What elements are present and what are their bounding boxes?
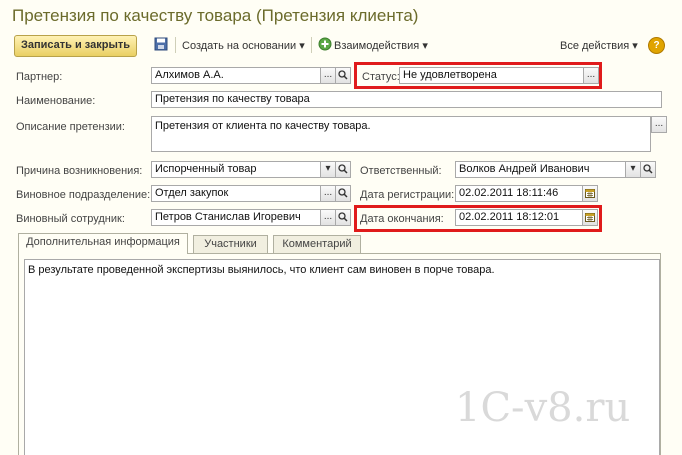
department-field[interactable]: Отдел закупок [151,185,321,202]
employee-label: Виновный сотрудник: [16,213,125,225]
magnifier-icon [338,212,348,222]
tab-participants[interactable]: Участники [193,235,268,253]
employee-open-button[interactable] [335,209,351,226]
help-button[interactable]: ? [648,37,665,54]
responsible-label: Ответственный: [360,165,442,177]
department-label: Виновное подразделение: [16,189,151,201]
ellipsis-icon: ... [654,118,664,129]
floppy-disk-icon[interactable] [154,37,168,51]
magnifier-icon [643,164,653,174]
name-label: Наименование: [16,95,96,107]
calendar-icon [585,189,595,198]
plus-circle-icon[interactable] [318,37,332,51]
employee-field[interactable]: Петров Станислав Игоревич [151,209,321,226]
description-edit-button[interactable]: ... [651,116,667,133]
cause-label: Причина возникновения: [16,165,143,177]
partner-label: Партнер: [16,71,63,83]
watermark: 1C-v8.ru [455,385,631,431]
responsible-field[interactable]: Волков Андрей Иванович [455,161,626,178]
tab-additional-info[interactable]: Дополнительная информация [18,233,188,254]
status-select-button[interactable]: ... [583,67,599,84]
ellipsis-icon: ... [323,211,333,222]
partner-select-button[interactable]: ... [320,67,336,84]
toolbar-separator [175,37,176,53]
ellipsis-icon: ... [323,187,333,198]
interactions-menu[interactable]: Взаимодействия ▾ [334,39,428,52]
dropdown-arrow-icon: ▾ [632,40,638,52]
calendar-icon [585,213,595,222]
all-actions-menu[interactable]: Все действия ▾ [560,39,638,52]
save-and-close-button[interactable]: Записать и закрыть [14,35,138,57]
registration-date-label: Дата регистрации: [360,189,455,201]
department-select-button[interactable]: ... [320,185,336,202]
magnifier-icon [338,70,348,80]
dropdown-arrow-icon: ▾ [422,40,428,52]
end-date-picker[interactable] [582,209,598,226]
chevron-down-icon: ▾ [630,163,636,174]
description-field[interactable]: Претензия от клиента по качеству товара. [151,116,651,152]
chevron-down-icon: ▾ [325,163,331,174]
cause-dropdown-button[interactable]: ▾ [320,161,336,178]
window-titlebar: Претензия по качеству товара (Претензия … [0,0,682,30]
registration-date-field[interactable]: 02.02.2011 18:11:46 [455,185,583,202]
status-field[interactable]: Не удовлетворена [399,67,585,84]
name-field[interactable]: Претензия по качеству товара [151,91,662,108]
toolbar-separator [311,37,312,53]
magnifier-icon [338,164,348,174]
magnifier-icon [338,188,348,198]
description-label: Описание претензии: [16,121,125,133]
responsible-dropdown-button[interactable]: ▾ [625,161,641,178]
employee-select-button[interactable]: ... [320,209,336,226]
window-title: Претензия по качеству товара (Претензия … [12,6,419,25]
ellipsis-icon: ... [323,69,333,80]
partner-field[interactable]: Алхимов А.А. [151,67,321,84]
partner-open-button[interactable] [335,67,351,84]
toolbar: Записать и закрыть Создать на основании … [0,33,682,57]
create-based-on-menu[interactable]: Создать на основании ▾ [182,39,305,52]
dropdown-arrow-icon: ▾ [299,40,305,52]
end-date-field[interactable]: 02.02.2011 18:12:01 [455,209,583,226]
cause-open-button[interactable] [335,161,351,178]
department-open-button[interactable] [335,185,351,202]
tab-comment[interactable]: Комментарий [273,235,361,253]
responsible-open-button[interactable] [640,161,656,178]
cause-field[interactable]: Испорченный товар [151,161,321,178]
end-date-label: Дата окончания: [360,213,444,225]
registration-date-picker[interactable] [582,185,598,202]
ellipsis-icon: ... [586,69,596,80]
status-label: Статус: [362,71,400,83]
